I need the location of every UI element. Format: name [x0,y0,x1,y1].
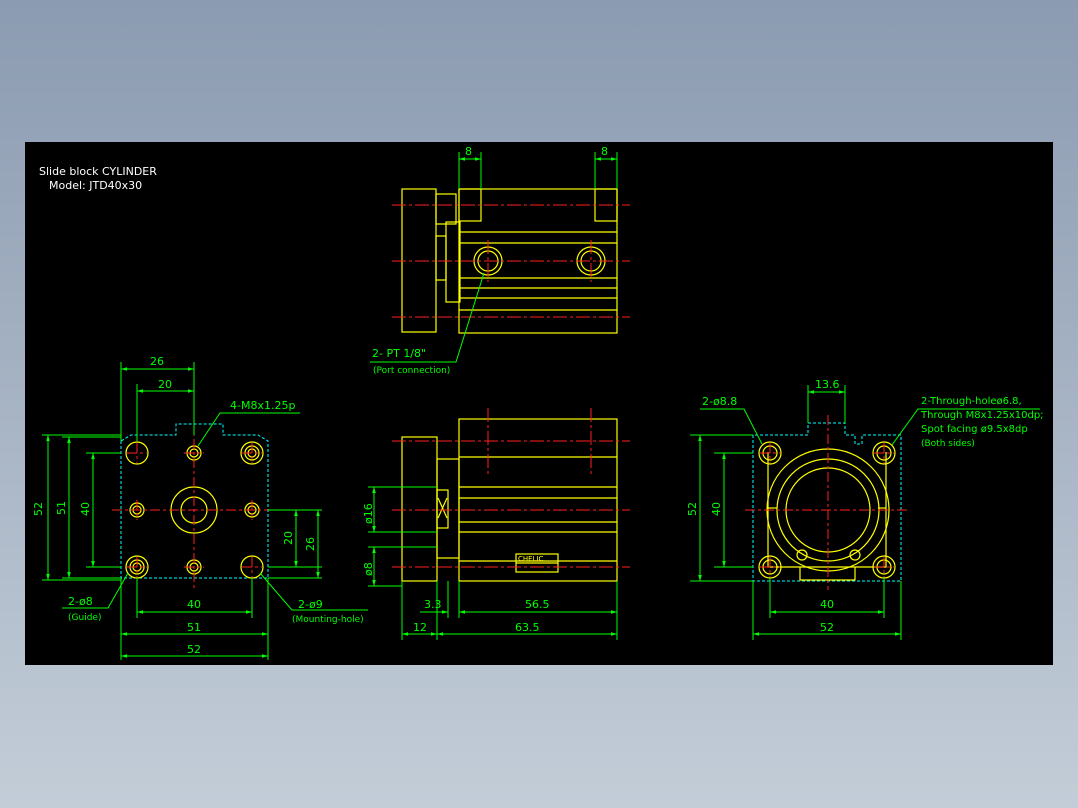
right-view: 13.6 2-ø8.8 2-Through-holeø6.8, Through … [686,378,1044,640]
guide-label: 2-ø8 [68,595,93,608]
dim-left-51-h: 51 [187,621,201,634]
dim-left-20: 20 [158,378,172,391]
thread-label: 4-M8x1.25p [230,399,295,412]
dim-left-51-v: 51 [55,501,68,515]
dim-left-52-h: 52 [187,643,201,656]
through-hole-line-3: Spot facing ø9.5x8dp [921,424,1028,435]
top-view: 8 8 2- PT 1/8" (Port connection) [370,145,630,376]
brand-label: CHELIC [518,555,544,563]
dim-right-52-v: 52 [686,502,699,516]
through-hole-line-2: Through M8x1.25x10dp; [920,410,1044,421]
dim-right-52-h: 52 [820,621,834,634]
port-label: 2- PT 1/8" [372,347,426,360]
dim-right-40-v: 40 [710,502,723,516]
left-view: 26 20 4-M8x1.25p 52 51 40 20 26 2-ø8 (Gu… [32,355,368,660]
dim-dia-8: ø8 [362,562,375,576]
front-view: CHELIC ø16 ø8 3.3 56.5 12 63.5 [362,408,630,640]
dim-12: 12 [413,621,427,634]
dim-left-26: 26 [150,355,164,368]
dim-63-5: 63.5 [515,621,540,634]
mount-label: 2-ø9 [298,598,323,611]
dim-left-52-v: 52 [32,502,45,516]
dim-left-40-h: 40 [187,598,201,611]
guide-note: (Guide) [68,613,101,623]
dim-3-3: 3.3 [424,598,442,611]
dim-13-6: 13.6 [815,378,840,391]
dim-left-20-v: 20 [282,531,295,545]
dim-left-40-v: 40 [79,502,92,516]
through-hole-line-4: (Both sides) [921,439,975,449]
through-hole-line-1: 2-Through-holeø6.8, [921,396,1022,407]
mount-note: (Mounting-hole) [292,615,364,625]
port-note: (Port connection) [373,366,450,376]
dim-right-40-h: 40 [820,598,834,611]
top-endcap-inner [435,193,457,225]
front-endcap [401,436,438,582]
hole-label: 2-ø8.8 [702,395,737,408]
dim-left-26-v: 26 [304,537,317,551]
dim-56-5: 56.5 [525,598,550,611]
dim-rod-dia-16: ø16 [362,503,375,524]
dim-top-left-8: 8 [465,145,472,158]
dim-top-right-8: 8 [601,145,608,158]
cad-drawing: 8 8 2- PT 1/8" (Port connection) 26 20 4… [32,145,1044,660]
